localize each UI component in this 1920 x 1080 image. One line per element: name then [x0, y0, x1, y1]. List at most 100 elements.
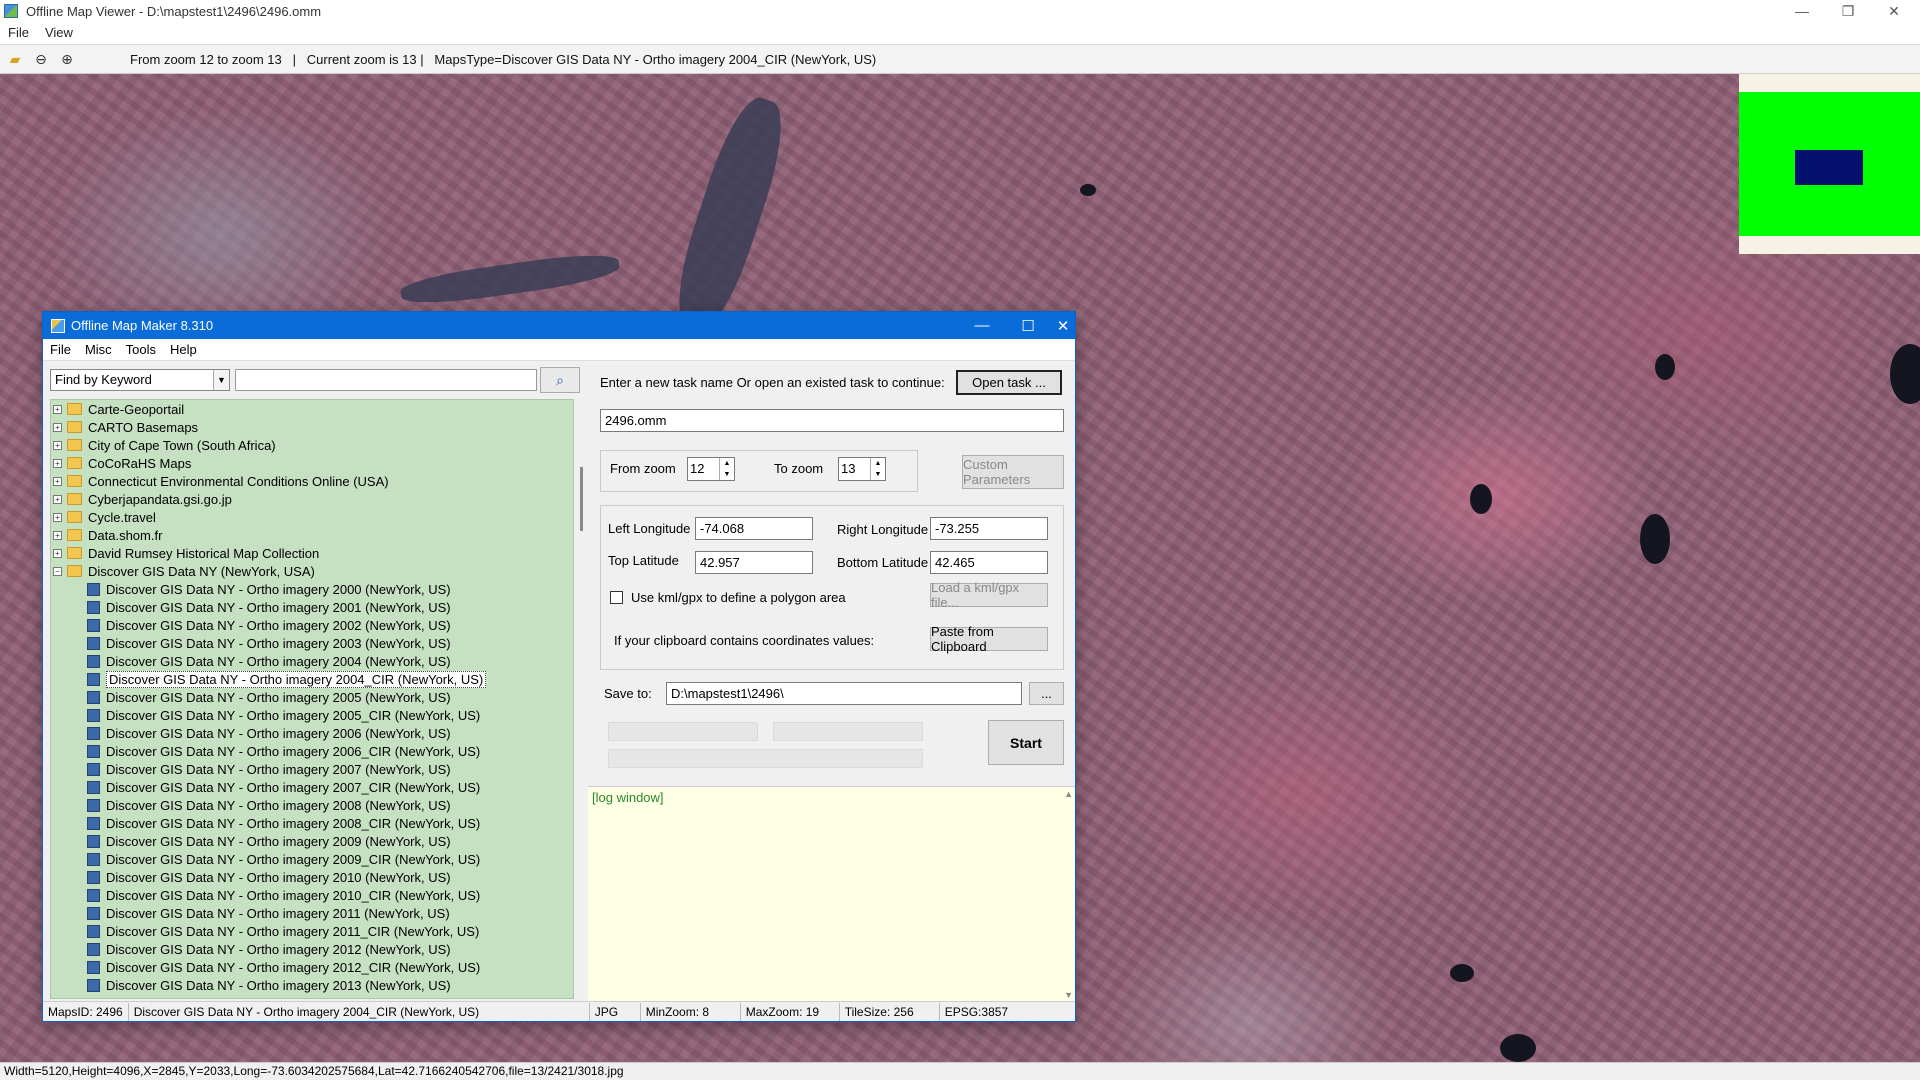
tree-map-item[interactable]: Discover GIS Data NY - Ortho imagery 200… [51, 634, 573, 652]
kml-polygon-checkbox[interactable] [610, 591, 623, 604]
custom-parameters-button[interactable]: Custom Parameters [962, 455, 1064, 489]
log-window[interactable]: [log window] ▲ ▼ [588, 786, 1075, 1002]
tree-map-item[interactable]: Discover GIS Data NY - Ortho imagery 201… [51, 904, 573, 922]
minimize-button[interactable]: — [1780, 0, 1824, 22]
task-prompt-label: Enter a new task name Or open an existed… [600, 375, 945, 390]
tree-map-item[interactable]: Discover GIS Data NY - Ortho imagery 201… [51, 886, 573, 904]
zoom-in-icon: ⊕ [61, 50, 73, 67]
search-mode-value: Find by Keyword [55, 372, 152, 387]
tree-map-item[interactable]: Discover GIS Data NY - Ortho imagery 200… [51, 814, 573, 832]
right-longitude-input[interactable]: -73.255 [930, 517, 1048, 540]
tree-map-label: Discover GIS Data NY - Ortho imagery 201… [106, 977, 451, 993]
tree-folder[interactable]: + CoCoRaHS Maps [51, 454, 573, 472]
progress-bar-1 [608, 722, 758, 741]
top-latitude-input[interactable]: 42.957 [695, 551, 813, 574]
browse-button[interactable]: ... [1029, 682, 1064, 705]
from-zoom-spinner[interactable]: 12 ▲ ▼ [687, 457, 735, 481]
tree-map-item[interactable]: Discover GIS Data NY - Ortho imagery 201… [51, 976, 573, 994]
from-zoom-label: From zoom [610, 461, 676, 476]
spinner-arrows-icon[interactable]: ▲ ▼ [870, 458, 885, 480]
search-button[interactable]: ⌕ [540, 367, 580, 393]
tree-map-item[interactable]: Discover GIS Data NY - Ortho imagery 201… [51, 868, 573, 886]
bottom-latitude-input[interactable]: 42.465 [930, 551, 1048, 574]
lake-shape [1500, 1034, 1536, 1062]
tree-folder[interactable]: + Data.shom.fr [51, 526, 573, 544]
open-folder-button[interactable]: ▰ [4, 48, 26, 70]
tree-map-item[interactable]: Discover GIS Data NY - Ortho imagery 201… [51, 958, 573, 976]
dialog-close-button[interactable]: ✕ [1049, 312, 1077, 339]
expand-icon[interactable]: + [53, 458, 62, 468]
tree-map-item[interactable]: Discover GIS Data NY - Ortho imagery 200… [51, 778, 573, 796]
tree-map-item[interactable]: Discover GIS Data NY - Ortho imagery 200… [51, 688, 573, 706]
tree-map-item[interactable]: Discover GIS Data NY - Ortho imagery 200… [51, 850, 573, 868]
dialog-menu-file[interactable]: File [43, 342, 78, 357]
expand-icon[interactable]: + [53, 476, 62, 486]
tree-folder-expanded[interactable]: − Discover GIS Data NY (NewYork, USA) [51, 562, 573, 580]
menu-view[interactable]: View [37, 25, 81, 40]
expand-icon[interactable]: + [53, 422, 62, 432]
keyword-input[interactable] [235, 369, 537, 391]
right-longitude-label: Right Longitude [837, 522, 929, 537]
tree-map-item[interactable]: Discover GIS Data NY - Ortho imagery 200… [51, 652, 573, 670]
dialog-menu-misc[interactable]: Misc [78, 342, 119, 357]
menu-file[interactable]: File [0, 25, 37, 40]
task-name-input[interactable]: 2496.omm [600, 409, 1064, 432]
folder-icon [67, 511, 82, 523]
scroll-up-icon[interactable]: ▲ [1064, 789, 1073, 799]
tree-folder[interactable]: + Cycle.travel [51, 508, 573, 526]
to-zoom-spinner[interactable]: 13 ▲ ▼ [838, 457, 886, 481]
tree-map-item[interactable]: Discover GIS Data NY - Ortho imagery 200… [51, 670, 573, 688]
tree-map-item[interactable]: Discover GIS Data NY - Ortho imagery 200… [51, 724, 573, 742]
tree-map-item[interactable]: Discover GIS Data NY - Ortho imagery 200… [51, 742, 573, 760]
tree-map-item[interactable]: Discover GIS Data NY - Ortho imagery 201… [51, 940, 573, 958]
expand-icon[interactable]: + [53, 548, 62, 558]
tree-folder[interactable]: + CARTO Basemaps [51, 418, 573, 436]
expand-icon[interactable]: + [53, 440, 62, 450]
tree-map-item[interactable]: Discover GIS Data NY - Ortho imagery 200… [51, 616, 573, 634]
tree-map-label: Discover GIS Data NY - Ortho imagery 201… [106, 923, 480, 939]
overview-viewport-marker[interactable] [1795, 150, 1863, 185]
open-task-button[interactable]: Open task ... [956, 370, 1062, 395]
left-longitude-input[interactable]: -74.068 [695, 517, 813, 540]
tree-map-item[interactable]: Discover GIS Data NY - Ortho imagery 201… [51, 922, 573, 940]
expand-icon[interactable]: + [53, 512, 62, 522]
tree-map-label: Discover GIS Data NY - Ortho imagery 201… [106, 869, 451, 885]
restore-button[interactable]: ❐ [1826, 0, 1870, 22]
close-button[interactable]: ✕ [1872, 0, 1916, 22]
maps-tree[interactable]: + Carte-Geoportail + CARTO Basemaps + City of… [50, 399, 574, 999]
tree-map-item[interactable]: Discover GIS Data NY - Ortho imagery 200… [51, 706, 573, 724]
tree-folder[interactable]: + Carte-Geoportail [51, 400, 573, 418]
dialog-minimize-button[interactable]: — [959, 312, 1005, 339]
expand-icon[interactable]: + [53, 530, 62, 540]
scrollbar-thumb[interactable] [580, 467, 583, 531]
tree-map-item[interactable]: Discover GIS Data NY - Ortho imagery 200… [51, 598, 573, 616]
zoom-out-button[interactable]: ⊖ [30, 48, 52, 70]
overview-minimap[interactable] [1739, 74, 1920, 254]
dialog-maximize-button[interactable]: ☐ [1005, 312, 1051, 339]
expand-icon[interactable]: + [53, 404, 62, 414]
zoom-in-button[interactable]: ⊕ [56, 48, 78, 70]
scroll-down-icon[interactable]: ▼ [1064, 990, 1073, 1000]
tree-folder[interactable]: + City of Cape Town (South Africa) [51, 436, 573, 454]
dialog-menu-help[interactable]: Help [163, 342, 204, 357]
paste-clipboard-button[interactable]: Paste from Clipboard [930, 624, 1048, 654]
tree-map-item[interactable]: Discover GIS Data NY - Ortho imagery 200… [51, 760, 573, 778]
tree-map-item[interactable]: Discover GIS Data NY - Ortho imagery 200… [51, 832, 573, 850]
zoom-out-icon: ⊖ [35, 50, 47, 67]
tree-map-label: Discover GIS Data NY - Ortho imagery 201… [106, 905, 450, 921]
dialog-menu-tools[interactable]: Tools [119, 342, 163, 357]
expand-icon[interactable]: + [53, 494, 62, 504]
load-kml-button[interactable]: Load a kml/gpx file... [930, 580, 1048, 610]
tree-folder[interactable]: + David Rumsey Historical Map Collection [51, 544, 573, 562]
map-icon [87, 618, 100, 632]
spinner-arrows-icon[interactable]: ▲ ▼ [719, 458, 734, 480]
tree-folder[interactable]: + Connecticut Environmental Conditions On… [51, 472, 573, 490]
tree-map-item[interactable]: Discover GIS Data NY - Ortho imagery 200… [51, 580, 573, 598]
start-button[interactable]: Start [988, 720, 1064, 765]
search-mode-select[interactable]: Find by Keyword ▼ [50, 369, 230, 391]
tree-folder[interactable]: + Cyberjapandata.gsi.go.jp [51, 490, 573, 508]
tree-map-item[interactable]: Discover GIS Data NY - Ortho imagery 200… [51, 796, 573, 814]
save-path-input[interactable]: D:\mapstest1\2496\ [666, 682, 1022, 705]
tree-scrollbar[interactable] [578, 399, 586, 999]
collapse-icon[interactable]: − [53, 566, 62, 576]
